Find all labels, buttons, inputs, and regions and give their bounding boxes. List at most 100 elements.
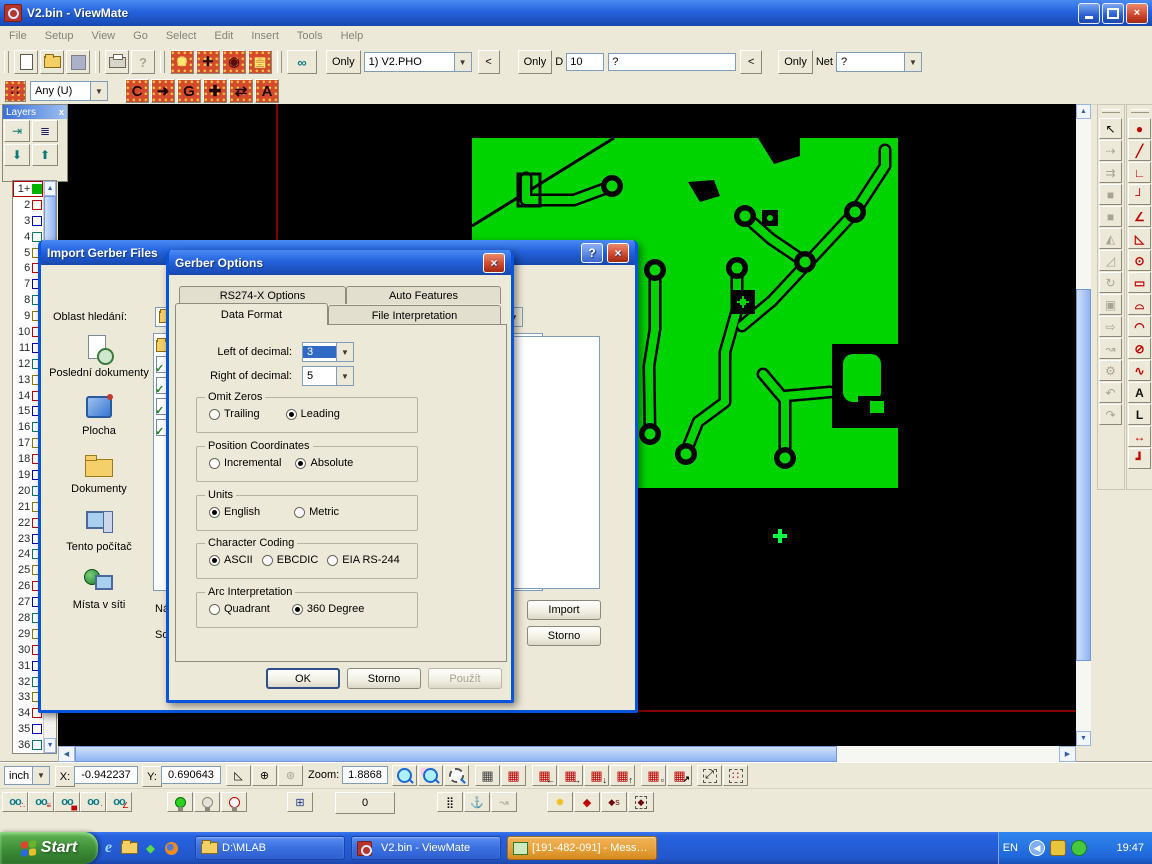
view-flashes-icon[interactable]: oo▄ bbox=[54, 792, 80, 812]
corner-trace-tool-icon[interactable]: ┘ bbox=[1128, 184, 1151, 205]
path-trace-button[interactable]: ↝ bbox=[491, 792, 517, 812]
view-all-icon[interactable]: oo∴ bbox=[2, 792, 28, 812]
triangle-tool-icon[interactable]: ◺ bbox=[1128, 228, 1151, 249]
only-layer-button[interactable]: Only bbox=[326, 50, 361, 74]
ok-button[interactable]: OK bbox=[266, 668, 340, 689]
dcode-query-input[interactable]: ? bbox=[608, 53, 736, 71]
highlight-on-button[interactable] bbox=[167, 792, 193, 812]
move-to-origin-icon[interactable]: ⇢ bbox=[1099, 140, 1122, 161]
gerber-options-titlebar[interactable]: Gerber Options × bbox=[169, 250, 511, 275]
close-icon[interactable]: × bbox=[483, 253, 505, 273]
goto-arrow-icon[interactable]: ➜ bbox=[151, 79, 175, 103]
angle-tool-icon[interactable]: ∠ bbox=[1128, 206, 1151, 227]
zoom-grid-button[interactable] bbox=[418, 765, 443, 786]
radio-option[interactable]: Leading bbox=[286, 408, 340, 420]
zoom-value-input[interactable]: 1.8868 bbox=[342, 766, 388, 784]
dimension-tool-icon[interactable]: ↔ bbox=[1128, 426, 1151, 447]
save-button[interactable] bbox=[66, 50, 90, 74]
layer-color-swatch[interactable] bbox=[32, 216, 42, 226]
arc-tool-icon[interactable]: ◠ bbox=[1128, 316, 1151, 337]
pan-left-button[interactable]: ▦← bbox=[532, 765, 557, 786]
scroll-right-icon[interactable]: ▶ bbox=[1059, 746, 1076, 762]
place-my-computer[interactable]: Tento počítač bbox=[49, 509, 149, 553]
cancel-button[interactable]: Storno bbox=[527, 626, 601, 646]
tile-windows-button[interactable]: ⊞ bbox=[287, 792, 313, 812]
copy-move-icon[interactable]: ⇉ bbox=[1099, 162, 1122, 183]
layers-palette-titlebar[interactable]: Layers x bbox=[3, 105, 67, 119]
taskbar-task-mlab[interactable]: D:\MLAB bbox=[195, 836, 345, 860]
skew-icon[interactable]: ◿ bbox=[1099, 250, 1122, 271]
label-tool-icon[interactable]: L bbox=[1128, 404, 1151, 425]
settings-gear-icon[interactable]: ⚙ bbox=[1099, 360, 1122, 381]
flash-highlight-button[interactable]: ✺ bbox=[170, 50, 194, 74]
place-recent-documents[interactable]: Poslední dokumenty bbox=[49, 335, 149, 379]
close-icon[interactable]: x bbox=[59, 107, 64, 117]
undo-icon[interactable]: ↶ bbox=[1099, 382, 1122, 403]
layer-send-button[interactable]: ⇥ bbox=[4, 120, 30, 142]
layer-row[interactable]: 36 bbox=[13, 737, 43, 753]
place-documents[interactable]: Dokumenty bbox=[49, 451, 149, 495]
draw-positive-mode-button[interactable]: ◆ bbox=[574, 792, 600, 812]
taskbar-task-viewmate[interactable]: V2.bin - ViewMate bbox=[351, 836, 501, 860]
draw-flash-mode-button[interactable]: ✹ bbox=[547, 792, 573, 812]
radio-option[interactable]: Trailing bbox=[209, 408, 260, 420]
select-mode-combo[interactable]: Any (U) ▼ bbox=[30, 81, 108, 101]
chevron-down-icon[interactable]: ▼ bbox=[32, 767, 49, 784]
pan-right-button[interactable]: ▦→ bbox=[558, 765, 583, 786]
view-lines-icon[interactable]: oo· bbox=[80, 792, 106, 812]
tab-data-format[interactable]: Data Format bbox=[175, 303, 328, 325]
close-button[interactable]: × bbox=[1126, 3, 1148, 24]
net-filter-combo[interactable]: ? ▼ bbox=[836, 52, 922, 72]
layer-color-swatch[interactable] bbox=[32, 184, 42, 194]
menu-select[interactable]: Select bbox=[157, 28, 206, 44]
view-traces-icon[interactable]: oo≡ bbox=[28, 792, 54, 812]
rectangle-tool-icon[interactable]: ▭ bbox=[1128, 272, 1151, 293]
chord-tool-icon[interactable]: ⌓ bbox=[1128, 294, 1151, 315]
layer-row[interactable]: 1+ bbox=[13, 181, 43, 197]
fill-rectangle-icon[interactable]: ■ bbox=[1099, 184, 1122, 205]
view-polygons-icon[interactable]: oo∠ bbox=[106, 792, 132, 812]
tray-notes-icon[interactable] bbox=[1050, 840, 1066, 856]
pan-target-button[interactable]: ⊛ bbox=[278, 765, 303, 786]
fill-polygon-icon[interactable]: ■ bbox=[1099, 206, 1122, 227]
radio-option[interactable]: Metric bbox=[294, 506, 339, 518]
anchor-button[interactable]: ⚓ bbox=[464, 792, 490, 812]
step-repeat-icon[interactable]: ⇨ bbox=[1099, 316, 1122, 337]
new-file-button[interactable] bbox=[14, 50, 38, 74]
zoom-to-grid-button[interactable]: ▦▫ bbox=[641, 765, 666, 786]
context-help-button[interactable]: ? bbox=[131, 50, 155, 74]
move-to-grid-button[interactable]: ▦↗ bbox=[667, 765, 692, 786]
layer-filter-combo[interactable]: 1) V2.PHO ▼ bbox=[364, 52, 472, 72]
chevron-down-icon[interactable]: ▼ bbox=[336, 343, 353, 361]
place-desktop[interactable]: Plocha bbox=[49, 393, 149, 437]
ellipse-tool-icon[interactable]: ⊘ bbox=[1128, 338, 1151, 359]
chevron-down-icon[interactable]: ▼ bbox=[336, 367, 353, 385]
grid-dots-button[interactable]: ⣿ bbox=[437, 792, 463, 812]
open-file-button[interactable] bbox=[40, 50, 64, 74]
scroll-down-icon[interactable]: ▼ bbox=[1076, 731, 1091, 746]
layer-row[interactable]: 2 bbox=[13, 197, 43, 213]
menu-file[interactable]: File bbox=[0, 28, 36, 44]
layer-color-swatch[interactable] bbox=[32, 200, 42, 210]
scroll-down-icon[interactable]: ▼ bbox=[44, 738, 56, 753]
green-app-icon[interactable]: ◆ bbox=[142, 840, 159, 857]
internet-explorer-icon[interactable]: e bbox=[100, 840, 117, 857]
menu-view[interactable]: View bbox=[82, 28, 124, 44]
layer-color-swatch[interactable] bbox=[32, 740, 42, 750]
text-select-icon[interactable]: A bbox=[255, 79, 279, 103]
left-of-decimal-combo[interactable]: 3 ▼ bbox=[302, 342, 354, 362]
units-combo[interactable]: inch ▼ bbox=[4, 766, 50, 785]
radio-option[interactable]: 360 Degree bbox=[292, 603, 365, 615]
highlight-query-button[interactable] bbox=[221, 792, 247, 812]
grid-snap-button[interactable]: ▦ bbox=[475, 765, 500, 786]
tray-green-icon[interactable] bbox=[1071, 840, 1087, 856]
dcode-input[interactable]: 10 bbox=[566, 53, 604, 71]
layer-stack-button[interactable]: ≣ bbox=[32, 120, 58, 142]
pan-down-button[interactable]: ▦↓ bbox=[584, 765, 609, 786]
spline-tool-icon[interactable]: ∿ bbox=[1128, 360, 1151, 381]
radio-option[interactable]: Quadrant bbox=[209, 603, 270, 615]
radio-option[interactable]: ASCII bbox=[209, 554, 253, 566]
scroll-up-icon[interactable]: ▲ bbox=[1076, 104, 1091, 119]
start-button[interactable]: Start bbox=[0, 832, 98, 864]
angle-measure-button[interactable]: ◺ bbox=[226, 765, 251, 786]
